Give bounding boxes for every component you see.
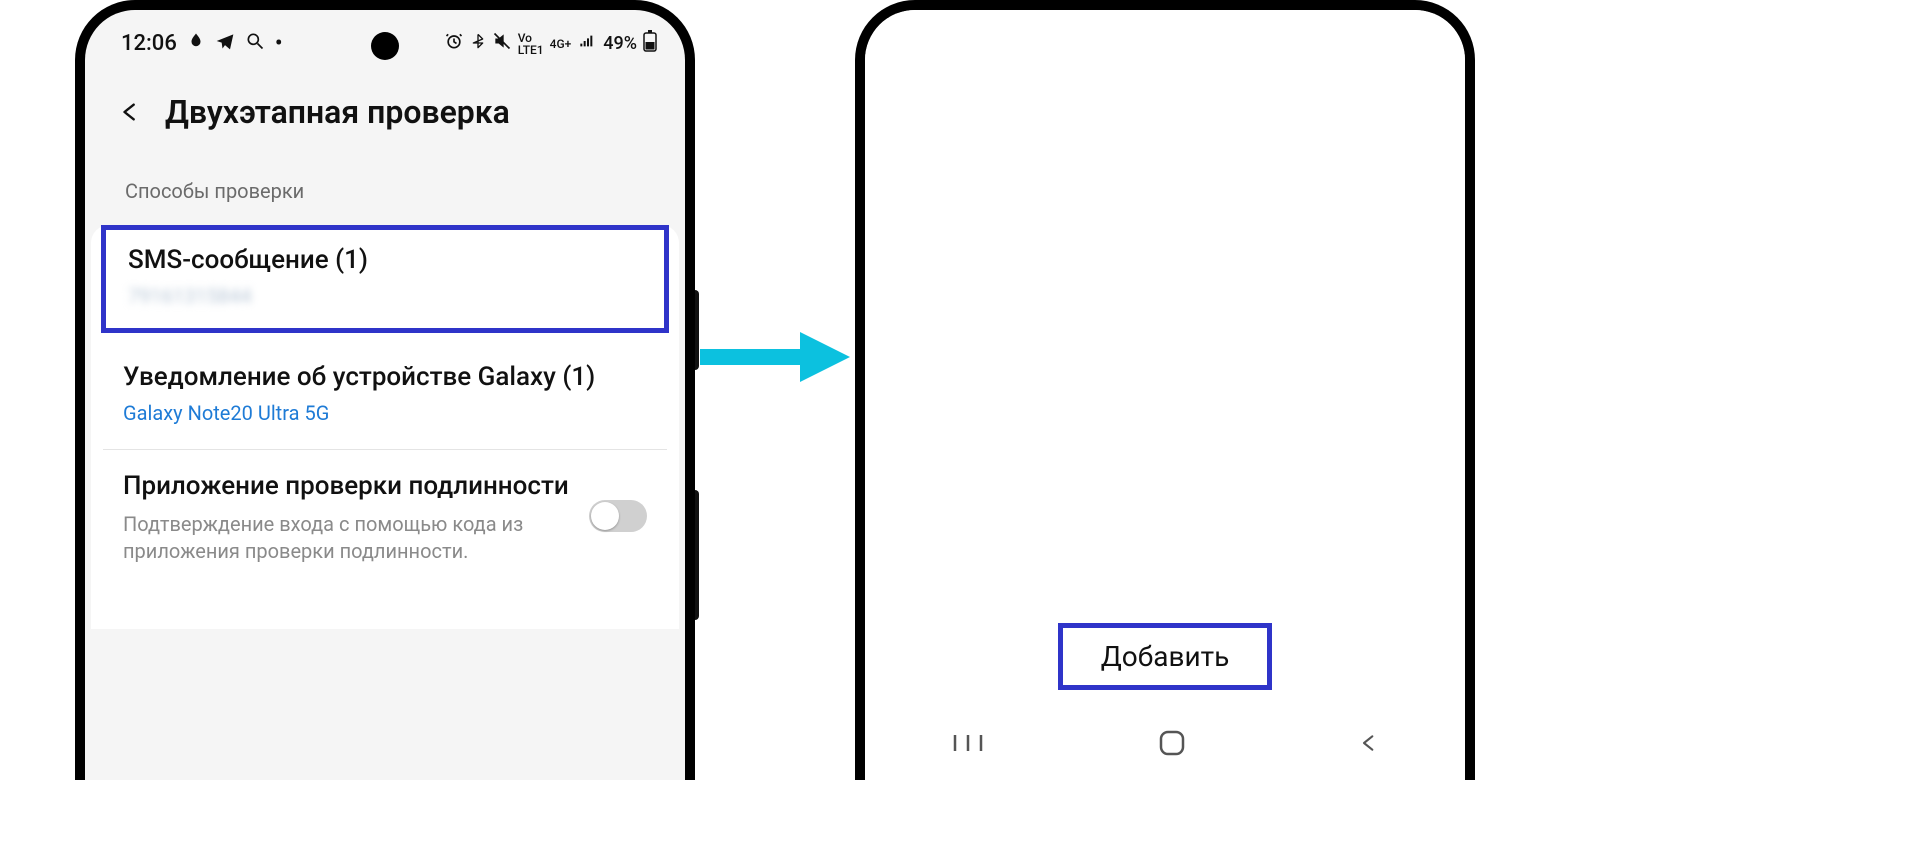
method-authapp[interactable]: Приложение проверки подлинности Подтверж… xyxy=(103,449,667,590)
status-time: 12:06 xyxy=(121,31,177,56)
android-nav-bar xyxy=(865,710,1465,780)
bluetooth-icon xyxy=(470,31,486,56)
method-sms-title: SMS-сообщение (1) xyxy=(128,244,642,278)
method-authapp-title: Приложение проверки подлинности xyxy=(123,470,569,504)
volte-indicator: VoLTE1 xyxy=(518,32,544,56)
alarm-icon xyxy=(444,31,464,56)
phone-frame-left: 12:06 • xyxy=(75,0,695,780)
telegram-icon xyxy=(215,31,235,57)
method-sms[interactable]: SMS-сообщение (1) 79161315844 xyxy=(101,225,669,333)
method-authapp-desc: Подтверждение входа с помощью кода из пр… xyxy=(123,511,569,565)
authapp-toggle[interactable] xyxy=(589,500,647,532)
nav-home-icon[interactable] xyxy=(1158,729,1186,761)
method-galaxy-device: Galaxy Note20 Ultra 5G xyxy=(123,401,647,425)
network-indicator: 4G+ xyxy=(550,38,572,50)
battery-icon xyxy=(643,30,657,57)
back-button[interactable] xyxy=(119,97,141,127)
battery-percent: 49% xyxy=(603,33,637,54)
methods-card: SMS-сообщение (1) 79161315844 Уведомлени… xyxy=(91,225,679,629)
search-icon xyxy=(245,31,265,57)
app-header: Двухэтапная проверка xyxy=(85,65,685,179)
add-button[interactable]: Добавить xyxy=(1058,623,1273,690)
phone-frame-right: Добавить xyxy=(855,0,1475,780)
section-label: Способы проверки xyxy=(85,179,685,225)
camera-hole-icon xyxy=(371,32,399,60)
method-galaxy[interactable]: Уведомление об устройстве Galaxy (1) Gal… xyxy=(91,333,679,449)
arrow-right-icon xyxy=(700,332,850,386)
status-app-icon xyxy=(187,31,205,56)
mute-icon xyxy=(492,31,512,56)
nav-back-icon[interactable] xyxy=(1359,730,1379,760)
page-title: Двухэтапная проверка xyxy=(165,93,510,131)
method-galaxy-title: Уведомление об устройстве Galaxy (1) xyxy=(123,361,647,395)
signal-icon xyxy=(577,33,597,54)
method-sms-number: 79161315844 xyxy=(128,284,642,308)
nav-recent-icon[interactable] xyxy=(951,731,985,759)
status-dot-icon: • xyxy=(275,31,283,56)
